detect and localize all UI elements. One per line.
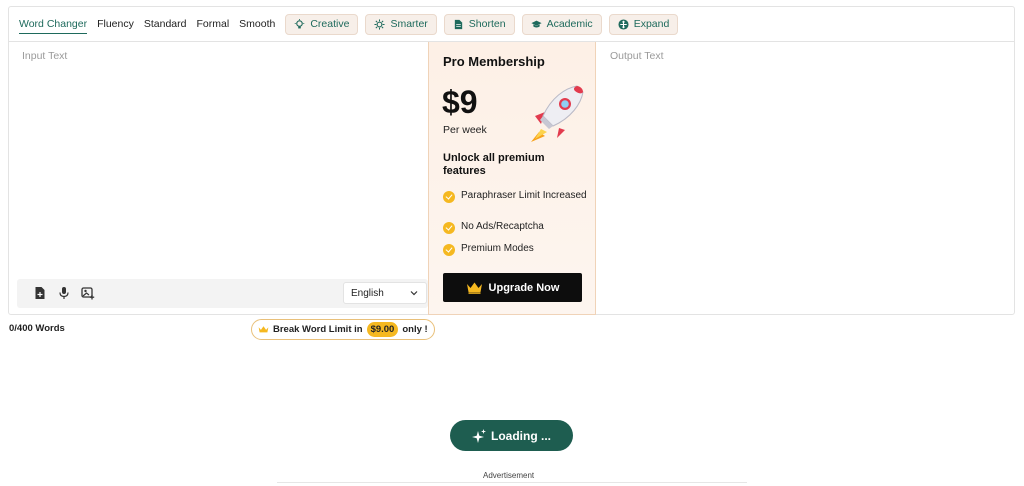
tab-smarter[interactable]: Smarter xyxy=(365,13,437,35)
output-placeholder: Output Text xyxy=(610,50,664,62)
promo-unlock-text: Unlock all premium features xyxy=(443,152,545,177)
paraphraser-card: Word Changer Fluency Standard Formal Smo… xyxy=(8,6,1015,315)
promo-price: $9 xyxy=(442,84,478,120)
lightbulb-icon xyxy=(295,18,305,28)
tab-expand[interactable]: Expand xyxy=(608,13,679,35)
tab-formal[interactable]: Formal xyxy=(196,15,229,33)
tab-creative[interactable]: Creative xyxy=(285,13,359,35)
tab-word-changer[interactable]: Word Changer xyxy=(19,15,88,34)
feature-item: Premium Modes xyxy=(443,243,588,256)
input-panel: English xyxy=(9,42,428,315)
tab-shorten[interactable]: Shorten xyxy=(443,13,515,35)
feature-label: No Ads/Recaptcha xyxy=(461,221,544,232)
check-icon xyxy=(443,244,455,256)
input-toolbar: English xyxy=(17,279,428,308)
limit-price: $9.00 xyxy=(366,322,399,337)
tab-fluency[interactable]: Fluency xyxy=(97,15,134,33)
document-icon xyxy=(454,19,462,29)
promo-title: Pro Membership xyxy=(443,54,545,69)
tab-creative-label: Creative xyxy=(310,18,350,30)
promo-period: Per week xyxy=(443,124,487,136)
tab-academic-label: Academic xyxy=(546,18,593,30)
tab-expand-label: Expand xyxy=(633,18,670,30)
limit-prefix: Break Word Limit in xyxy=(273,324,363,335)
pro-membership-card: Pro Membership $9 Per week Unlock all pr… xyxy=(428,42,596,315)
crown-icon xyxy=(466,282,482,294)
upgrade-now-button[interactable]: Upgrade Now xyxy=(443,273,582,302)
sparkle-icon xyxy=(472,428,486,443)
feature-label: Premium Modes xyxy=(461,243,534,254)
upgrade-now-label: Upgrade Now xyxy=(488,281,560,294)
crown-icon xyxy=(258,326,269,333)
check-icon xyxy=(443,222,455,234)
output-panel: Output Text xyxy=(597,42,1015,315)
input-textarea[interactable] xyxy=(9,42,428,279)
tab-shorten-label: Shorten xyxy=(468,18,506,30)
limit-suffix: only ! xyxy=(402,324,428,335)
feature-label: Paraphraser Limit Increased xyxy=(461,190,587,201)
microphone-icon[interactable] xyxy=(57,286,71,300)
word-count: 0/400 Words xyxy=(9,323,65,334)
tab-smooth[interactable]: Smooth xyxy=(239,15,275,33)
paraphrase-loading-button[interactable]: Loading ... xyxy=(450,420,573,451)
loading-label: Loading ... xyxy=(491,428,551,443)
rocket-icon xyxy=(531,85,584,142)
check-icon xyxy=(443,191,455,203)
expand-arrows-icon xyxy=(618,18,629,30)
graduation-cap-icon xyxy=(530,20,542,27)
upload-file-icon[interactable] xyxy=(33,286,47,300)
break-word-limit-button[interactable]: Break Word Limit in $9.00 only ! xyxy=(251,319,435,340)
tab-academic[interactable]: Academic xyxy=(521,13,602,35)
image-scan-icon[interactable] xyxy=(81,286,95,300)
feature-item: Paraphraser Limit Increased xyxy=(443,190,588,203)
tab-smarter-label: Smarter xyxy=(390,18,428,30)
language-value: English xyxy=(351,288,384,299)
brain-icon xyxy=(374,18,385,30)
language-select[interactable]: English xyxy=(343,282,427,304)
feature-item: No Ads/Recaptcha xyxy=(443,221,588,234)
advertisement-label: Advertisement xyxy=(483,471,535,480)
tab-standard[interactable]: Standard xyxy=(144,15,187,33)
chevron-down-icon xyxy=(410,291,418,296)
ad-divider xyxy=(277,482,747,483)
mode-bar: Word Changer Fluency Standard Formal Smo… xyxy=(9,7,1014,42)
